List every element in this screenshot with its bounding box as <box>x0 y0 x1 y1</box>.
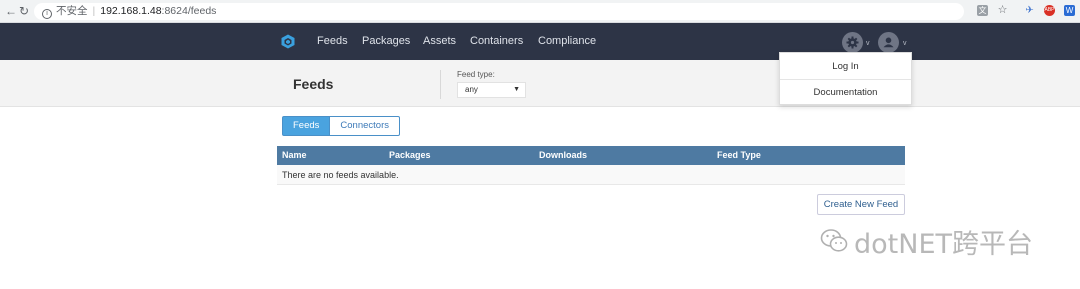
menu-divider <box>780 79 911 80</box>
proget-logo-icon[interactable] <box>281 34 295 49</box>
user-menu-button[interactable] <box>878 32 899 53</box>
browser-toolbar: ← ↻ i 不安全 | 192.168.1.48:8624/feeds 文 ☆ ✈ A… <box>0 0 1080 23</box>
feeds-table: Name Packages Downloads Feed Type There … <box>277 146 905 185</box>
user-icon <box>883 37 894 48</box>
extension-w-icon[interactable]: W <box>1064 5 1075 16</box>
nav-containers[interactable]: Containers <box>470 35 523 47</box>
nav-compliance[interactable]: Compliance <box>538 35 596 47</box>
page-title: Feeds <box>293 76 334 92</box>
back-icon[interactable]: ← <box>4 4 18 18</box>
watermark-text: dotNET跨平台 <box>854 228 1033 260</box>
watermark: dotNET跨平台 <box>820 224 1033 260</box>
extension-bird-icon[interactable]: ✈ <box>1024 5 1035 16</box>
empty-table-message: There are no feeds available. <box>277 165 905 185</box>
create-new-feed-button[interactable]: Create New Feed <box>817 194 905 215</box>
feed-type-value: any <box>465 85 478 94</box>
bookmark-star-icon[interactable]: ☆ <box>997 5 1008 16</box>
nav-packages[interactable]: Packages <box>362 35 410 47</box>
nav-assets[interactable]: Assets <box>423 35 456 47</box>
tab-connectors[interactable]: Connectors <box>330 116 400 136</box>
translate-icon[interactable]: 文 <box>977 5 988 16</box>
settings-caret-icon: v <box>866 40 870 47</box>
info-icon[interactable]: i <box>42 9 52 19</box>
user-dropdown-menu: Log In Documentation <box>779 52 912 105</box>
wechat-logo-icon <box>820 229 848 252</box>
user-caret-icon: v <box>903 40 907 47</box>
url-host: 192.168.1.48 <box>100 5 162 17</box>
column-header-name[interactable]: Name <box>282 146 307 165</box>
page-header: Feeds Feed type: any ▼ <box>0 60 1080 107</box>
login-menu-item[interactable]: Log In <box>780 61 911 72</box>
table-header: Name Packages Downloads Feed Type <box>277 146 905 165</box>
gear-icon <box>846 36 859 49</box>
adblock-icon[interactable]: ABP <box>1044 5 1055 16</box>
nav-feeds[interactable]: Feeds <box>317 35 348 47</box>
documentation-menu-item[interactable]: Documentation <box>780 87 911 98</box>
address-bar[interactable]: i 不安全 | 192.168.1.48:8624/feeds <box>34 3 964 20</box>
column-header-downloads[interactable]: Downloads <box>539 146 587 165</box>
settings-button[interactable] <box>842 32 863 53</box>
app-navbar: Feeds Packages Assets Containers Complia… <box>0 23 1080 60</box>
feed-type-select[interactable]: any ▼ <box>457 82 526 98</box>
dropdown-arrow-icon: ▼ <box>513 86 520 93</box>
header-divider <box>440 70 441 99</box>
url-path: :8624/feeds <box>161 5 217 17</box>
feed-type-label: Feed type: <box>457 70 495 79</box>
feed-tabs: Feeds Connectors <box>282 116 400 136</box>
column-header-feed-type[interactable]: Feed Type <box>717 146 761 165</box>
insecure-label: 不安全 <box>56 5 88 17</box>
tab-feeds[interactable]: Feeds <box>282 116 331 136</box>
reload-icon[interactable]: ↻ <box>17 4 31 18</box>
column-header-packages[interactable]: Packages <box>389 146 431 165</box>
